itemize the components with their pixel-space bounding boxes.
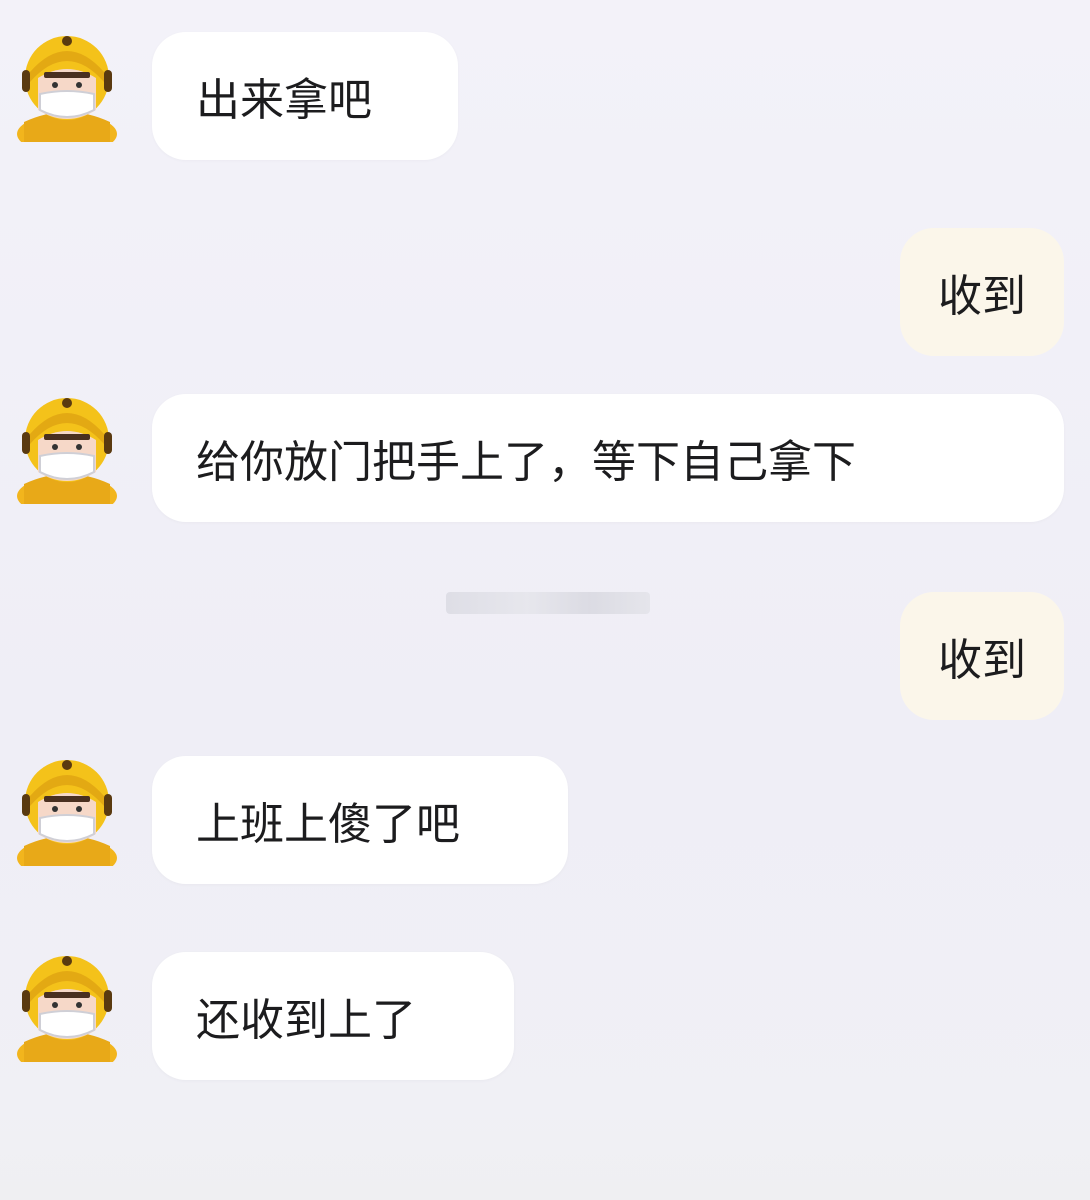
- message-bubble-incoming[interactable]: 给你放门把手上了，等下自己拿下: [152, 394, 1064, 522]
- message-text: 出来拿吧: [196, 75, 372, 126]
- message-text: 收到: [938, 635, 1026, 686]
- courier-avatar-icon[interactable]: [14, 756, 120, 878]
- courier-avatar-icon[interactable]: [14, 952, 120, 1074]
- message-text: 收到: [938, 271, 1026, 322]
- message-text: 给你放门把手上了，等下自己拿下: [196, 437, 856, 488]
- courier-avatar-icon[interactable]: [14, 32, 120, 154]
- message-bubble-outgoing[interactable]: 收到: [900, 228, 1064, 356]
- message-bubble-incoming[interactable]: 还收到上了: [152, 952, 514, 1080]
- timestamp-divider: [446, 592, 650, 614]
- courier-avatar-icon[interactable]: [14, 394, 120, 516]
- message-text: 上班上傻了吧: [196, 799, 460, 850]
- message-bubble-incoming[interactable]: 上班上傻了吧: [152, 756, 568, 884]
- message-bubble-incoming[interactable]: 出来拿吧: [152, 32, 458, 160]
- message-bubble-outgoing[interactable]: 收到: [900, 592, 1064, 720]
- bottom-fade: [0, 1110, 1090, 1200]
- message-text: 还收到上了: [196, 995, 416, 1046]
